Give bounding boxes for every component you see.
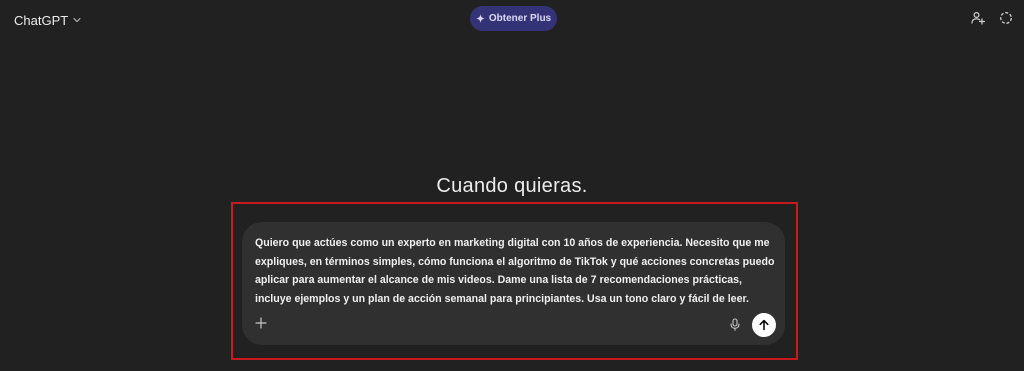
sparkle-icon — [475, 14, 485, 23]
get-plus-label: Obtener Plus — [488, 13, 552, 24]
prompt-composer[interactable]: Quiero que actúes como un experto en mar… — [242, 222, 785, 345]
chatgpt-window: ChatGPT Obtener Plus Cuando quieras. Qui… — [0, 0, 1024, 371]
page-title: Cuando quieras. — [436, 175, 588, 197]
send-button[interactable] — [752, 313, 776, 337]
temporary-chat-icon[interactable] — [998, 10, 1014, 26]
add-attachment-button[interactable] — [253, 315, 269, 331]
prompt-input[interactable]: Quiero que actúes como un experto en mar… — [255, 234, 775, 308]
model-name: ChatGPT — [14, 12, 69, 28]
arrow-up-icon — [758, 319, 770, 331]
add-user-icon[interactable] — [970, 10, 986, 26]
model-switcher[interactable]: ChatGPT — [10, 9, 86, 31]
microphone-icon — [729, 317, 741, 331]
dictate-button[interactable] — [728, 317, 742, 331]
plus-icon — [255, 317, 267, 329]
chevron-down-icon — [72, 15, 82, 25]
get-plus-button[interactable]: Obtener Plus — [470, 6, 557, 31]
